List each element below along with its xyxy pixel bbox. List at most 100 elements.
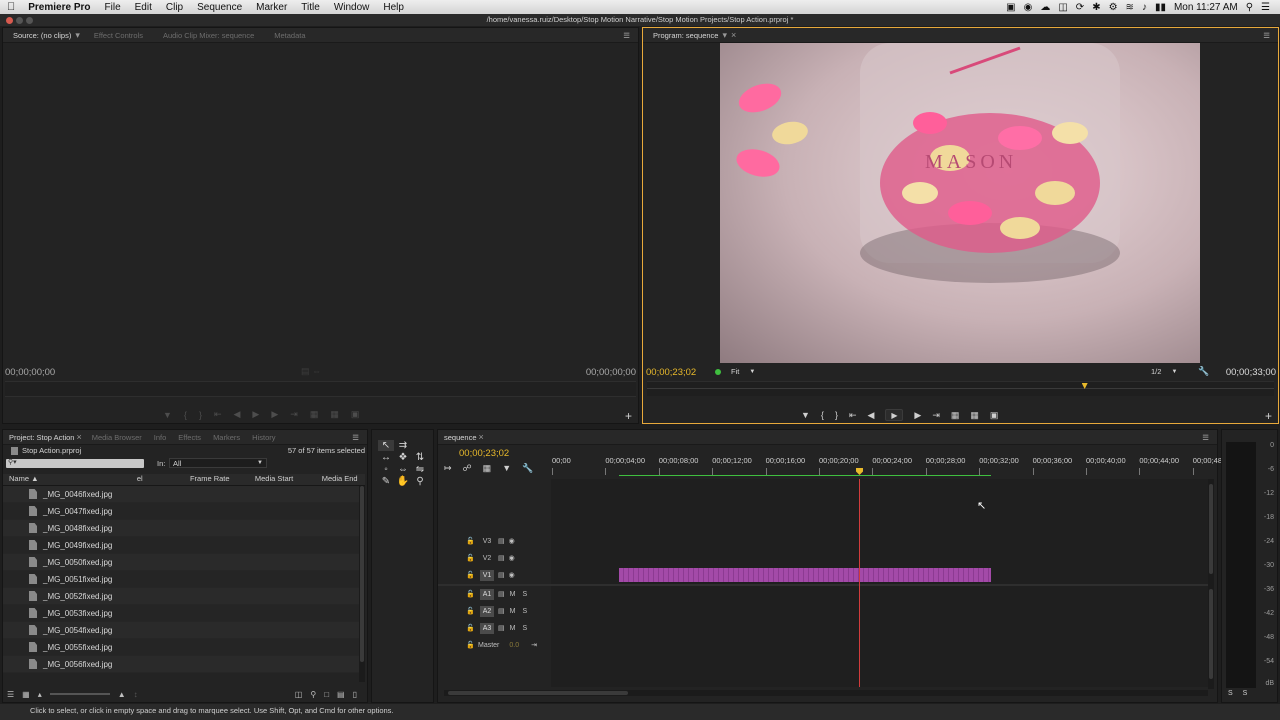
solo-right-button[interactable]: S xyxy=(1243,690,1248,697)
status-icon[interactable]: ▣ xyxy=(1006,2,1015,13)
menu-title[interactable]: Title xyxy=(294,2,327,13)
step-forward-icon[interactable]: ▶ xyxy=(271,409,278,420)
mute-button[interactable]: M xyxy=(510,608,516,615)
close-tab-icon[interactable]: × xyxy=(731,30,736,40)
pen-tool-icon[interactable]: ✎ xyxy=(378,476,394,487)
sync-lock-icon[interactable]: ▤ xyxy=(498,571,505,579)
tab-history[interactable]: History xyxy=(246,433,281,442)
eye-icon[interactable]: ◉ xyxy=(509,571,515,579)
lock-icon[interactable]: 🔓 xyxy=(466,624,475,632)
column-media-end[interactable]: Media End xyxy=(322,474,365,485)
source-timecode-in[interactable]: 00;00;00;00 xyxy=(5,367,55,378)
icon-view-icon[interactable]: ▦ xyxy=(22,690,30,699)
rolling-edit-tool-icon[interactable]: ❖ xyxy=(395,452,411,463)
source-timecode-out[interactable]: 00;00;00;00 xyxy=(586,367,636,378)
solo-left-button[interactable]: S xyxy=(1228,690,1233,697)
new-item-icon[interactable]: ▤ xyxy=(337,690,345,699)
search-icon[interactable]: ⚲ xyxy=(1246,2,1253,13)
chevron-down-icon[interactable]: ▾ xyxy=(722,30,727,41)
sync-lock-icon[interactable]: ▤ xyxy=(498,554,505,562)
timeline-horizontal-scrollbar[interactable] xyxy=(444,690,1208,696)
linked-selection-icon[interactable]: ☍ xyxy=(463,463,472,474)
sort-icon[interactable]: ↕ xyxy=(134,690,138,699)
menu-marker[interactable]: Marker xyxy=(249,2,294,13)
program-current-timecode[interactable]: 00;00;23;02 xyxy=(646,367,696,378)
play-button[interactable]: ▶ xyxy=(885,409,904,421)
program-video-frame[interactable]: MASON xyxy=(720,43,1200,363)
list-item[interactable]: _MG_0051fixed.jpg xyxy=(3,571,359,588)
list-item[interactable]: _MG_0049fixed.jpg xyxy=(3,537,359,554)
list-item[interactable]: _MG_0054fixed.jpg xyxy=(3,622,359,639)
extract-icon[interactable]: ▦ xyxy=(970,409,979,421)
column-label[interactable]: el xyxy=(137,474,190,485)
solo-button[interactable]: S xyxy=(522,608,527,615)
panel-menu-icon[interactable]: ☰ xyxy=(1263,31,1278,40)
list-view-icon[interactable]: ☰ xyxy=(7,690,14,699)
zoom-window-button[interactable] xyxy=(26,17,33,24)
slide-tool-icon[interactable]: ⇋ xyxy=(412,464,428,475)
eye-icon[interactable]: ◉ xyxy=(509,554,515,562)
new-bin-icon[interactable]: □ xyxy=(324,690,329,699)
tab-source[interactable]: Source: (no clips) xyxy=(3,31,81,40)
lock-icon[interactable]: 🔓 xyxy=(466,607,475,615)
tab-media-browser[interactable]: Media Browser xyxy=(86,433,148,442)
list-item[interactable]: _MG_0048fixed.jpg xyxy=(3,520,359,537)
wifi-icon[interactable]: ≋ xyxy=(1126,2,1134,13)
lock-icon[interactable]: 🔓 xyxy=(466,641,475,649)
list-item[interactable]: _MG_0055fixed.jpg xyxy=(3,639,359,656)
insert-icon[interactable]: ▦ xyxy=(310,409,319,420)
tab-info[interactable]: Info xyxy=(148,433,173,442)
ripple-edit-tool-icon[interactable]: ↔ xyxy=(378,452,394,463)
clock[interactable]: Mon 11:27 AM xyxy=(1174,2,1238,13)
tab-program[interactable]: Program: sequence xyxy=(643,31,728,40)
bluetooth-icon[interactable]: ✱ xyxy=(1092,2,1100,13)
zoom-in-icon[interactable]: ▲ xyxy=(118,690,126,699)
close-tab-icon[interactable]: × xyxy=(479,432,484,442)
track-a3-label[interactable]: A3 xyxy=(480,622,494,634)
in-filter-dropdown[interactable]: All ▼ xyxy=(169,458,267,468)
gear-icon[interactable]: ⚙ xyxy=(1109,2,1118,13)
column-media-start[interactable]: Media Start xyxy=(255,474,322,485)
time-machine-icon[interactable]: ⟳ xyxy=(1076,2,1084,13)
mark-out-icon[interactable]: } xyxy=(835,409,838,421)
tab-sequence[interactable]: sequence xyxy=(438,433,479,442)
list-item[interactable]: _MG_0047fixed.jpg xyxy=(3,503,359,520)
list-item[interactable]: _MG_0053fixed.jpg xyxy=(3,605,359,622)
battery-icon[interactable]: ▮▮ xyxy=(1155,2,1166,13)
slip-tool-icon[interactable]: ⇔ xyxy=(395,464,411,475)
track-v2-label[interactable]: V2 xyxy=(480,553,494,564)
find-icon[interactable]: ⚲ xyxy=(310,690,316,699)
export-frame-icon[interactable]: ▣ xyxy=(990,409,999,421)
mute-button[interactable]: M xyxy=(510,625,516,632)
menu-help[interactable]: Help xyxy=(376,2,411,13)
tab-audio-clip-mixer[interactable]: Audio Clip Mixer: sequence xyxy=(153,31,264,40)
tab-effects[interactable]: Effects xyxy=(172,433,207,442)
sync-lock-icon[interactable]: ▤ xyxy=(498,607,505,615)
close-tab-icon[interactable]: × xyxy=(76,432,81,442)
lock-icon[interactable]: 🔓 xyxy=(466,571,475,579)
add-marker-icon[interactable]: ▦ xyxy=(483,463,492,474)
lift-icon[interactable]: ▦ xyxy=(951,409,960,421)
list-item[interactable]: _MG_0052fixed.jpg xyxy=(3,588,359,605)
list-icon[interactable]: ☰ xyxy=(1261,2,1270,13)
export-frame-icon[interactable]: ▣ xyxy=(351,409,360,420)
solo-button[interactable]: S xyxy=(522,591,527,598)
lock-icon[interactable]: 🔓 xyxy=(466,590,475,598)
settings-wrench-icon[interactable]: 🔧 xyxy=(1198,366,1209,377)
list-item[interactable]: _MG_0046fixed.jpg xyxy=(3,486,359,503)
record-icon[interactable]: ◉ xyxy=(1024,2,1033,13)
overwrite-icon[interactable]: ▦ xyxy=(330,409,339,420)
razor-tool-icon[interactable]: ◦ xyxy=(378,464,394,475)
track-v1-label[interactable]: V1 xyxy=(480,569,494,581)
mute-button[interactable]: M xyxy=(510,591,516,598)
automate-to-sequence-icon[interactable]: ◫ xyxy=(295,690,303,699)
menu-file[interactable]: File xyxy=(98,2,128,13)
menu-window[interactable]: Window xyxy=(327,2,377,13)
column-frame-rate[interactable]: Frame Rate xyxy=(190,474,255,485)
panel-menu-icon[interactable]: ☰ xyxy=(352,433,367,442)
step-forward-icon[interactable]: ▶ xyxy=(914,409,921,421)
source-scrubber[interactable] xyxy=(5,381,636,397)
list-item[interactable]: _MG_0056fixed.jpg xyxy=(3,656,359,673)
go-to-in-icon[interactable]: ⇤ xyxy=(849,409,857,421)
program-scrubber[interactable] xyxy=(647,381,1274,396)
